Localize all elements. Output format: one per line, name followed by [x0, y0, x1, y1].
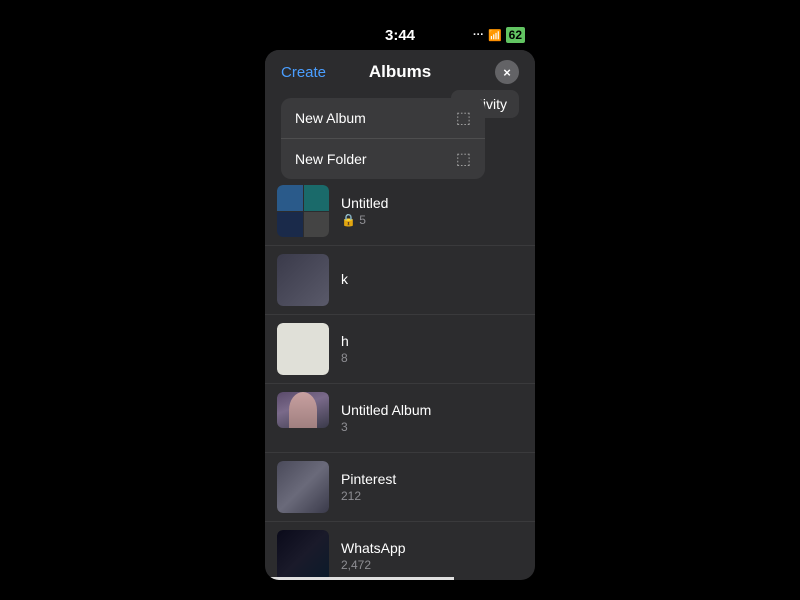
albums-modal: Create Albums × New Album ⬚ New Folder ⬚… [265, 50, 535, 580]
album-thumbnail [277, 461, 329, 513]
album-thumbnail [277, 185, 329, 237]
battery-indicator: 62 [506, 27, 525, 43]
album-item[interactable]: Untitled Album 3 [265, 384, 535, 453]
album-count: 🔒 5 [341, 213, 523, 227]
album-name: k [341, 271, 523, 287]
album-item[interactable]: k [265, 246, 535, 315]
scroll-indicator [265, 577, 535, 580]
new-folder-label: New Folder [295, 151, 367, 167]
new-album-label: New Album [295, 110, 366, 126]
signal-dots: ··· [473, 29, 484, 41]
modal-header: Create Albums × New Album ⬚ New Folder ⬚… [265, 50, 535, 82]
album-thumbnail [277, 392, 329, 444]
albums-list: Untitled 🔒 5 k h [265, 177, 535, 580]
album-thumbnail [277, 254, 329, 306]
album-item[interactable]: h 8 [265, 315, 535, 384]
album-item[interactable]: Untitled 🔒 5 [265, 177, 535, 246]
album-info: h 8 [341, 333, 523, 365]
album-info: Untitled Album 3 [341, 402, 523, 434]
close-button[interactable]: × [495, 60, 519, 84]
album-name: Untitled [341, 195, 523, 211]
album-name: Untitled Album [341, 402, 523, 418]
album-info: k [341, 271, 523, 289]
album-name: h [341, 333, 523, 349]
album-count: 2,472 [341, 558, 523, 572]
album-name: WhatsApp [341, 540, 523, 556]
wifi-icon: 📶 [488, 29, 502, 42]
time: 3:44 [385, 27, 415, 44]
album-count: 212 [341, 489, 523, 503]
new-folder-item[interactable]: New Folder ⬚ [281, 139, 485, 179]
album-count: 3 [341, 420, 523, 434]
album-name: Pinterest [341, 471, 523, 487]
album-info: Untitled 🔒 5 [341, 195, 523, 227]
album-item[interactable]: WhatsApp 2,472 [265, 522, 535, 580]
create-dropdown: New Album ⬚ New Folder ⬚ [281, 98, 485, 179]
title-row: Create Albums × [281, 62, 519, 82]
album-info: WhatsApp 2,472 [341, 540, 523, 572]
album-count: 8 [341, 351, 523, 365]
album-info: Pinterest 212 [341, 471, 523, 503]
new-album-icon: ⬚ [456, 108, 471, 128]
status-bar: 3:44 ··· 📶 62 [265, 20, 535, 50]
modal-title: Albums [369, 62, 431, 82]
album-item[interactable]: Pinterest 212 [265, 453, 535, 522]
new-folder-icon: ⬚ [456, 149, 471, 169]
album-thumbnail [277, 323, 329, 375]
album-thumbnail [277, 530, 329, 580]
create-button[interactable]: Create [281, 64, 326, 81]
new-album-item[interactable]: New Album ⬚ [281, 98, 485, 139]
